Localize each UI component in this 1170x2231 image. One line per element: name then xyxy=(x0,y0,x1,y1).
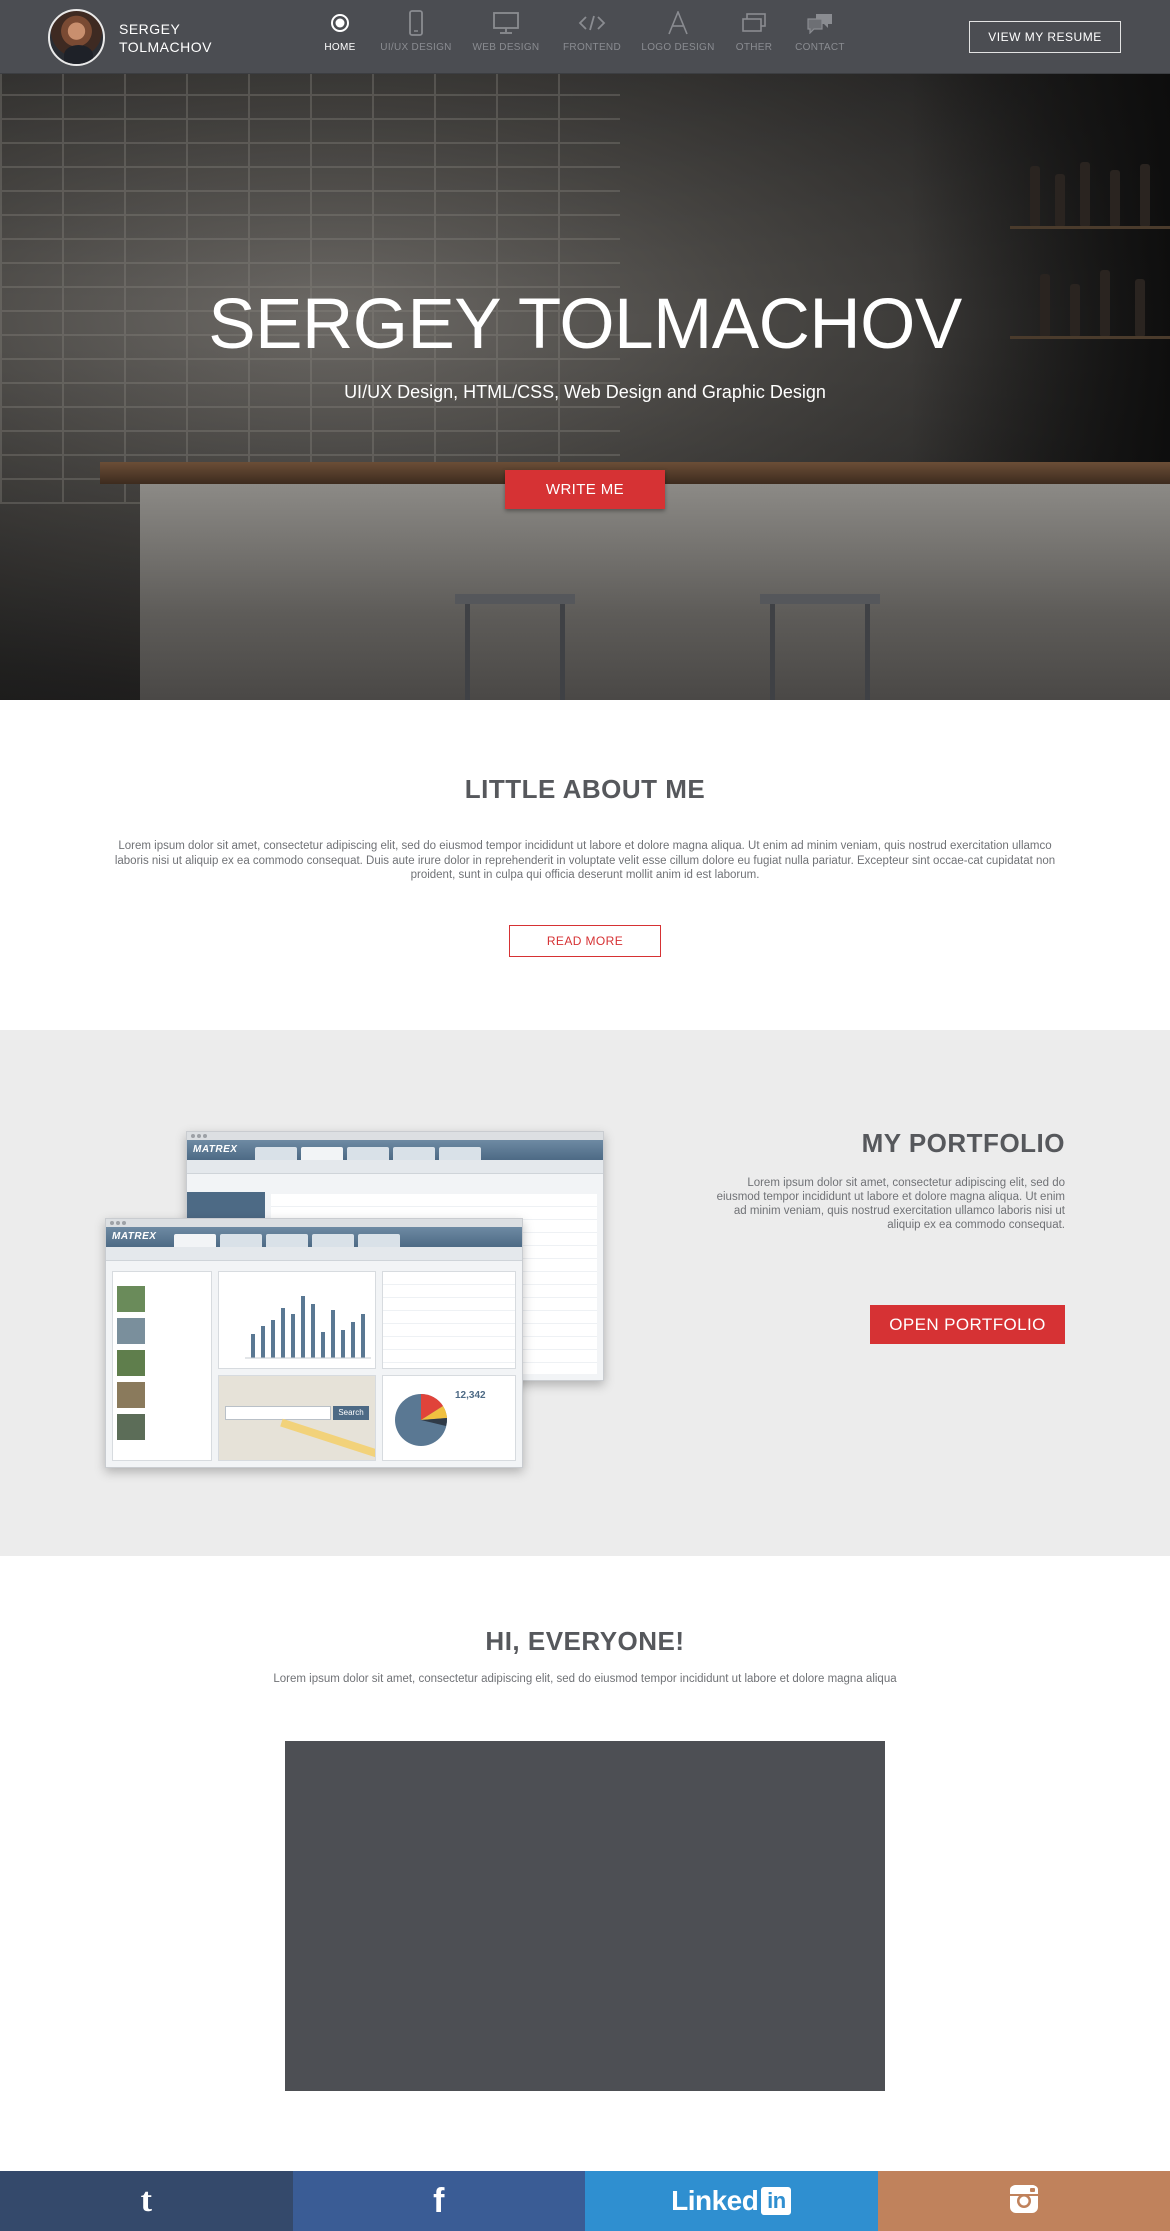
mock-map: Search xyxy=(218,1375,376,1461)
tumblr-icon: t xyxy=(140,2182,152,2219)
hero-section: SERGEY TOLMACHOV UI/UX Design, HTML/CSS,… xyxy=(0,74,1170,700)
bar-stool xyxy=(760,594,880,700)
tumblr-link[interactable]: t xyxy=(0,2171,293,2231)
mock-visitors-count: 12,342 xyxy=(455,1390,486,1401)
about-text: Lorem ipsum dolor sit amet, consectetur … xyxy=(114,840,1056,881)
nav-label: OTHER xyxy=(735,42,773,53)
app-header: MATREX xyxy=(187,1140,603,1160)
about-title: LITTLE ABOUT ME xyxy=(464,774,706,804)
intro-title: HI, EVERYONE! xyxy=(485,1626,685,1656)
home-dot-icon xyxy=(325,10,355,36)
bottle xyxy=(1140,164,1150,226)
video-player[interactable] xyxy=(285,1741,885,2091)
monitor-icon xyxy=(491,10,521,36)
code-icon xyxy=(577,10,607,36)
bottle xyxy=(1080,162,1090,226)
linkedin-icon: Linked in xyxy=(671,2185,792,2217)
nav-label: WEB DESIGN xyxy=(472,42,540,53)
intro-video-section: HI, EVERYONE! Lorem ipsum dolor sit amet… xyxy=(0,1556,1170,2171)
nav-label: HOME xyxy=(324,42,356,53)
nav-label: UI/UX DESIGN xyxy=(380,42,452,53)
mobile-icon xyxy=(401,10,431,36)
nav-label: CONTACT xyxy=(795,42,845,53)
brand-name: SERGEY TOLMACHOV xyxy=(119,20,212,56)
main-nav: HOME UI/UX DESIGN WEB DESIGN FRONTEND LO… xyxy=(310,0,854,74)
portfolio-title: MY PORTFOLIO xyxy=(861,1128,1065,1158)
instagram-icon xyxy=(1008,2183,1040,2220)
facebook-link[interactable]: f xyxy=(292,2171,585,2231)
read-more-button[interactable]: READ MORE xyxy=(509,925,661,957)
nav-item-ui-ux-design[interactable]: UI/UX DESIGN xyxy=(370,0,462,74)
chat-icon xyxy=(805,10,835,36)
nav-item-other[interactable]: OTHER xyxy=(722,0,786,74)
letter-a-icon xyxy=(663,10,693,36)
about-section: LITTLE ABOUT ME Lorem ipsum dolor sit am… xyxy=(0,700,1170,1030)
nav-item-contact[interactable]: CONTACT xyxy=(786,0,854,74)
brand[interactable]: SERGEY TOLMACHOV xyxy=(48,9,212,66)
avatar xyxy=(48,9,105,66)
portfolio-preview-front-window: MATREX Search 12,342 xyxy=(105,1218,523,1468)
portfolio-text: Lorem ipsum dolor sit amet, consectetur … xyxy=(716,1177,1065,1231)
nav-label: LOGO DESIGN xyxy=(641,42,715,53)
app-header: MATREX xyxy=(106,1227,522,1247)
portfolio-section: MATREX MATREX Search 12,342 MY PORTFOLIO… xyxy=(0,1030,1170,1556)
mock-listings-panel xyxy=(112,1271,212,1461)
mock-bar-chart xyxy=(218,1271,376,1369)
top-navigation-bar: SERGEY TOLMACHOV HOME UI/UX DESIGN WEB D… xyxy=(0,0,1170,74)
mock-pie-chart: 12,342 xyxy=(382,1375,516,1461)
bar-counter-front xyxy=(140,484,1170,700)
brand-first-name: SERGEY xyxy=(119,20,181,37)
linkedin-wordmark: Linked xyxy=(671,2185,759,2216)
brand-last-name: TOLMACHOV xyxy=(119,38,212,55)
bottle xyxy=(1030,166,1040,226)
write-me-button[interactable]: WRITE ME xyxy=(505,470,665,509)
bar-shelf xyxy=(1010,226,1170,229)
nav-label: FRONTEND xyxy=(563,42,621,53)
nav-item-frontend[interactable]: FRONTEND xyxy=(550,0,634,74)
window-titlebar xyxy=(106,1219,522,1227)
social-links-bar: t f Linked in xyxy=(0,2171,1170,2231)
nav-item-web-design[interactable]: WEB DESIGN xyxy=(462,0,550,74)
hero-subtitle: UI/UX Design, HTML/CSS, Web Design and G… xyxy=(344,382,826,402)
bar-stool xyxy=(455,594,575,700)
mock-search-button: Search xyxy=(333,1406,369,1420)
window-titlebar xyxy=(187,1132,603,1140)
intro-text: Lorem ipsum dolor sit amet, consectetur … xyxy=(273,1673,897,1685)
windows-icon xyxy=(739,10,769,36)
view-resume-button[interactable]: VIEW MY RESUME xyxy=(969,21,1121,53)
hero-title: SERGEY TOLMACHOV xyxy=(208,285,962,364)
instagram-link[interactable] xyxy=(877,2171,1170,2231)
mock-logo: MATREX xyxy=(193,1144,238,1155)
linkedin-in-box: in xyxy=(761,2187,792,2215)
nav-item-home[interactable]: HOME xyxy=(310,0,370,74)
linkedin-link[interactable]: Linked in xyxy=(585,2171,878,2231)
mock-documents-list xyxy=(382,1271,516,1369)
facebook-icon: f xyxy=(433,2181,445,2220)
bottle xyxy=(1055,174,1065,226)
bottle xyxy=(1110,170,1120,226)
open-portfolio-button[interactable]: OPEN PORTFOLIO xyxy=(870,1305,1065,1344)
nav-item-logo-design[interactable]: LOGO DESIGN xyxy=(634,0,722,74)
mock-logo: MATREX xyxy=(112,1231,157,1242)
